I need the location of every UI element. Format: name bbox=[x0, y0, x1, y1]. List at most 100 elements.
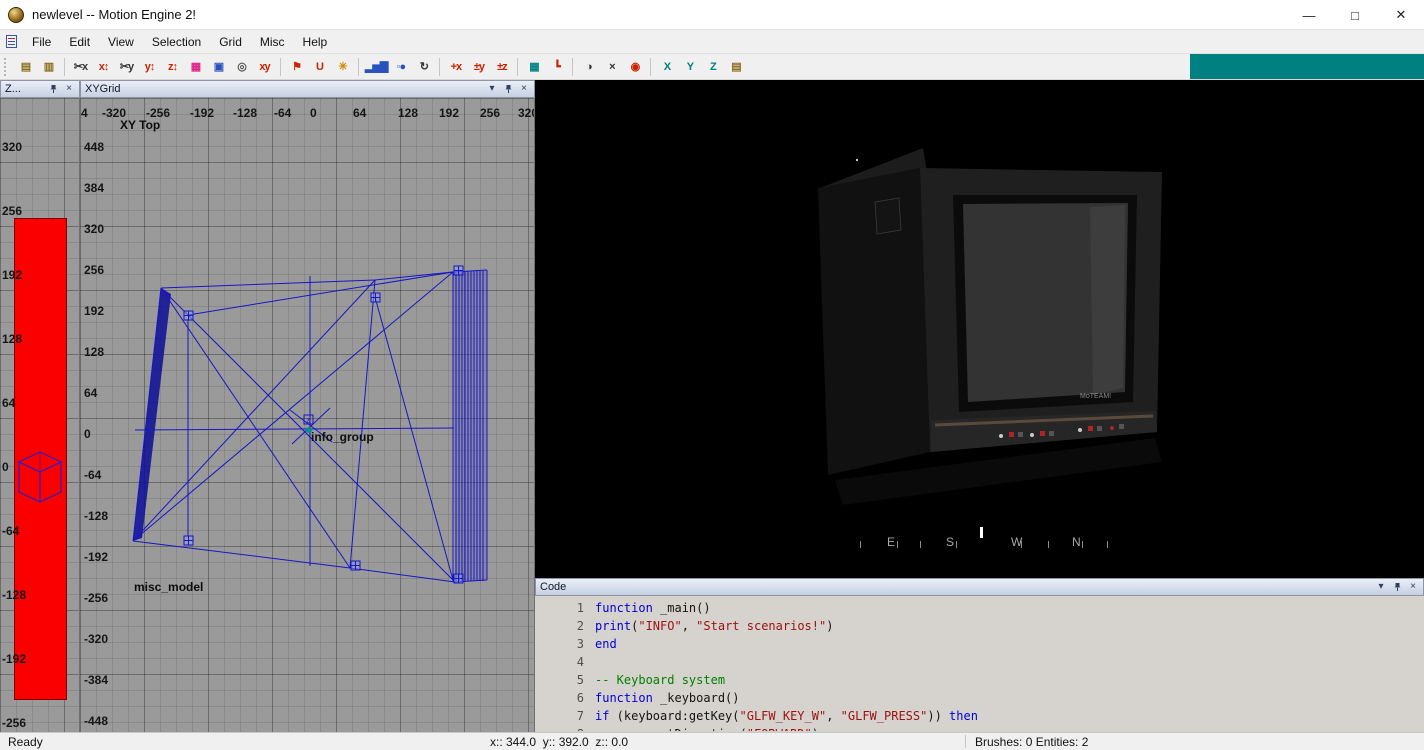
z-panel-title: Z... bbox=[5, 83, 47, 95]
code-line: 6function _keyboard() bbox=[535, 689, 1424, 707]
levels-icon[interactable]: ┗ bbox=[546, 56, 567, 77]
code-token: ) bbox=[812, 727, 819, 731]
code-token: "INFO" bbox=[638, 619, 681, 633]
points-icon[interactable]: ◦● bbox=[390, 56, 411, 77]
compass-letter-s: S bbox=[946, 535, 954, 549]
notes-icon[interactable]: ▣ bbox=[208, 56, 229, 77]
toolbar-gripper[interactable] bbox=[4, 58, 9, 76]
compass-tick bbox=[860, 541, 861, 548]
translate-y-icon[interactable]: ±y bbox=[468, 56, 489, 77]
axis-x-icon[interactable]: X bbox=[656, 56, 677, 77]
maximize-button[interactable]: □ bbox=[1332, 0, 1378, 30]
menu-item-grid[interactable]: Grid bbox=[210, 32, 251, 52]
code-token: , bbox=[826, 709, 840, 723]
z-panel: Z... × 320256192128640-64-128-192-256 bbox=[0, 80, 80, 732]
cut-x-icon[interactable]: ✂x bbox=[70, 56, 91, 77]
translate-z-icon[interactable]: ±z bbox=[491, 56, 512, 77]
toolbar-separator bbox=[517, 58, 518, 76]
move-y-icon[interactable]: y↕ bbox=[139, 56, 160, 77]
menu-item-edit[interactable]: Edit bbox=[60, 32, 99, 52]
code-token: end bbox=[595, 637, 617, 651]
xy-panel-title: XYGrid bbox=[85, 83, 486, 95]
menu-item-view[interactable]: View bbox=[99, 32, 143, 52]
close-icon[interactable]: × bbox=[1407, 581, 1419, 593]
z-grid-view[interactable]: 320256192128640-64-128-192-256 bbox=[0, 98, 80, 732]
status-ready: Ready bbox=[8, 735, 43, 749]
xy-panel-header[interactable]: XYGrid ▾ × bbox=[80, 80, 535, 98]
effects-icon[interactable]: ✳ bbox=[332, 56, 353, 77]
toolbar-separator bbox=[358, 58, 359, 76]
z-ruler-label: 0 bbox=[2, 460, 9, 474]
tv-brand-label: MoTEAM! bbox=[1080, 393, 1111, 400]
code-token: setDirection( bbox=[595, 727, 747, 731]
toolbar-separator bbox=[280, 58, 281, 76]
menu-item-misc[interactable]: Misc bbox=[251, 32, 294, 52]
model-label: misc_model bbox=[134, 580, 203, 594]
code-line: 3end bbox=[535, 635, 1424, 653]
model-wireframe[interactable]: z bbox=[80, 98, 535, 732]
pin-icon[interactable] bbox=[502, 83, 514, 95]
delete-icon[interactable]: × bbox=[601, 56, 622, 77]
toolbar-separator bbox=[650, 58, 651, 76]
application-window: newlevel -- Motion Engine 2! — □ ✕ FileE… bbox=[0, 0, 1424, 750]
magnet-icon[interactable]: U bbox=[309, 56, 330, 77]
pin-icon[interactable] bbox=[47, 83, 59, 95]
axis-z-icon[interactable]: Z bbox=[702, 56, 723, 77]
xy-grid-view[interactable]: z 4-320-256-192-128-64064128192256320 44… bbox=[80, 98, 535, 732]
zoom-view-icon[interactable]: ◎ bbox=[231, 56, 252, 77]
z-ruler-label: -256 bbox=[2, 716, 26, 730]
code-line-number: 3 bbox=[535, 635, 595, 653]
notebook-icon[interactable]: ▤ bbox=[725, 56, 746, 77]
record-icon[interactable]: ◉ bbox=[624, 56, 645, 77]
close-button[interactable]: ✕ bbox=[1378, 0, 1424, 30]
grid-table-icon[interactable]: ▦ bbox=[523, 56, 544, 77]
status-coordinates: x:: 344.0 y:: 392.0 z:: 0.0 bbox=[490, 735, 628, 749]
tv-model-render: MoTEAM! bbox=[535, 80, 1424, 578]
close-icon[interactable]: × bbox=[63, 83, 75, 95]
toolbar-icons: ▤▥✂xx↕✂yy↕z↕▦▣◎xy⚑U✳▂▅▇◦●↻+x±y±z▦┗◑×◉XYZ… bbox=[14, 56, 747, 77]
code-token: ) bbox=[826, 619, 833, 633]
view-orientation-label: XY Top bbox=[120, 118, 160, 132]
close-icon[interactable]: × bbox=[518, 83, 530, 95]
toolbar-separator bbox=[439, 58, 440, 76]
move-x-icon[interactable]: x↕ bbox=[93, 56, 114, 77]
open-model-icon[interactable]: ▥ bbox=[38, 56, 59, 77]
pin-icon[interactable] bbox=[1391, 581, 1403, 593]
z-panel-header[interactable]: Z... × bbox=[0, 80, 80, 98]
cut-y-icon[interactable]: ✂y bbox=[116, 56, 137, 77]
code-line: 5-- Keyboard system bbox=[535, 671, 1424, 689]
z-ruler-label: 256 bbox=[2, 204, 22, 218]
menu-item-file[interactable]: File bbox=[23, 32, 60, 52]
window-controls: — □ ✕ bbox=[1286, 0, 1424, 30]
chevron-down-icon[interactable]: ▾ bbox=[1375, 581, 1387, 593]
compass-letter-e: E bbox=[887, 535, 895, 549]
flag-icon[interactable]: ⚑ bbox=[286, 56, 307, 77]
code-line-text: print("INFO", "Start scenarios!") bbox=[595, 617, 1424, 635]
code-token: then bbox=[949, 709, 978, 723]
code-line: 7if (keyboard:getKey("GLFW_KEY_W", "GLFW… bbox=[535, 707, 1424, 725]
menu-item-help[interactable]: Help bbox=[294, 32, 337, 52]
code-line-text: -- Keyboard system bbox=[595, 671, 1424, 689]
code-line-text: if (keyboard:getKey("GLFW_KEY_W", "GLFW_… bbox=[595, 707, 1424, 725]
code-line-text bbox=[595, 653, 1424, 671]
code-editor[interactable]: 1function _main()2print("INFO", "Start s… bbox=[535, 596, 1424, 731]
translate-x-icon[interactable]: +x bbox=[445, 56, 466, 77]
z-ruler-label: 320 bbox=[2, 140, 22, 154]
paint-grid-icon[interactable]: ▦ bbox=[185, 56, 206, 77]
histogram-icon[interactable]: ▂▅▇ bbox=[364, 56, 388, 77]
toolbar-separator bbox=[64, 58, 65, 76]
rotate-icon[interactable]: ↻ bbox=[413, 56, 434, 77]
chevron-down-icon[interactable]: ▾ bbox=[486, 83, 498, 95]
axis-y-icon[interactable]: Y bbox=[679, 56, 700, 77]
minimize-button[interactable]: — bbox=[1286, 0, 1332, 30]
move-z-icon[interactable]: z↕ bbox=[162, 56, 183, 77]
dial-icon[interactable]: ◑ bbox=[578, 56, 599, 77]
viewport-3d[interactable]: MoTEAM! ESWN bbox=[535, 80, 1424, 578]
entity-label: info_group bbox=[311, 430, 374, 444]
code-panel-header[interactable]: Code ▾ × bbox=[535, 578, 1424, 596]
code-line-number: 1 bbox=[535, 599, 595, 617]
code-token: if bbox=[595, 709, 609, 723]
open-scene-icon[interactable]: ▤ bbox=[15, 56, 36, 77]
menu-item-selection[interactable]: Selection bbox=[143, 32, 210, 52]
xy-view-icon[interactable]: xy bbox=[254, 56, 275, 77]
